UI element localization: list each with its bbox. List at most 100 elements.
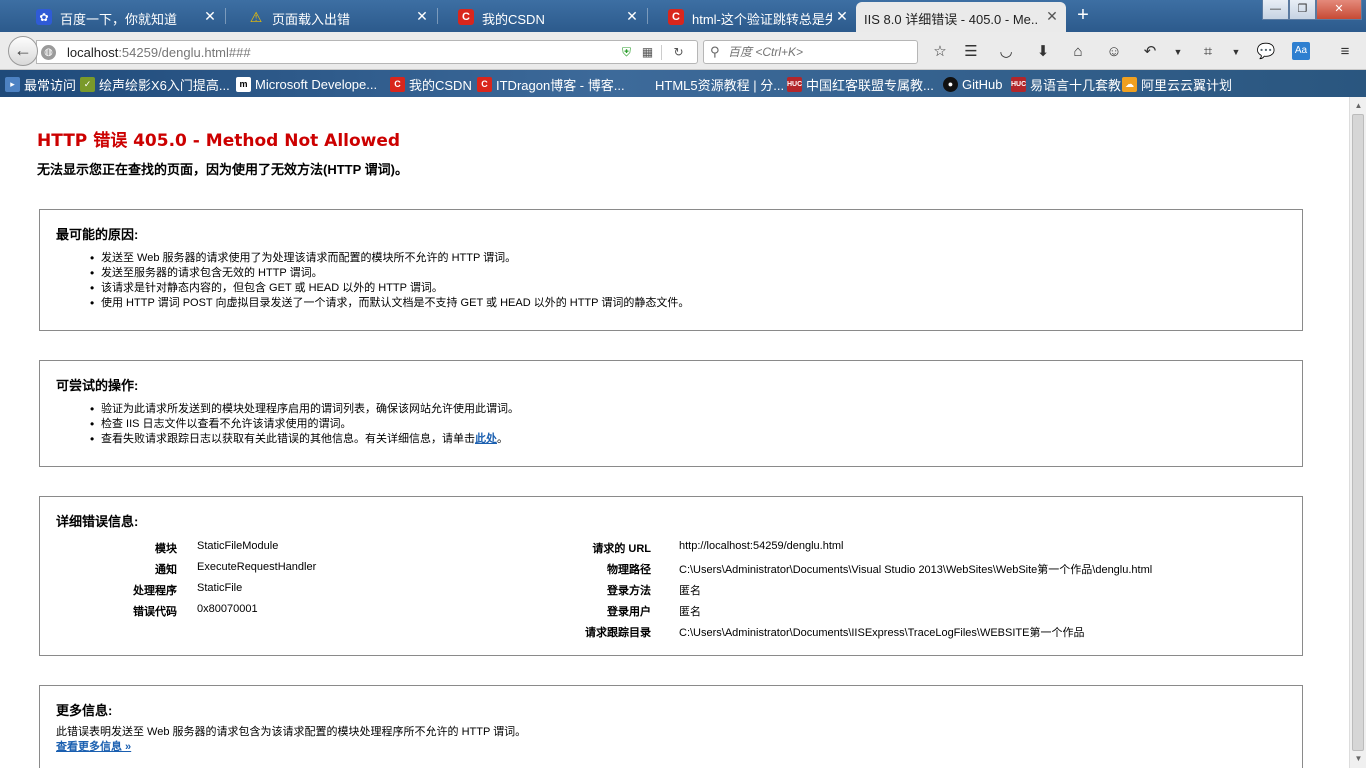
bookmark-label: HTML5资源教程 | 分... — [655, 77, 785, 93]
maximize-button[interactable]: ❐ — [1289, 0, 1316, 20]
url-text[interactable]: localhost:54259/denglu.html### — [67, 45, 251, 60]
bookmark-label: GitHub — [962, 76, 1003, 92]
search-icon: ⚲ — [710, 44, 720, 59]
tab-close-icon[interactable]: ✕ — [834, 8, 850, 24]
chevron-down-icon[interactable]: ▼ — [1168, 42, 1188, 62]
detail-value: C:\Users\Administrator\Documents\Visual … — [679, 564, 1153, 576]
qr-code-icon[interactable]: ▦ — [640, 45, 655, 60]
reload-icon[interactable]: ↻ — [671, 45, 686, 60]
bookmark-my-csdn[interactable]: C 我的CSDN — [390, 75, 472, 93]
csdn-logo-icon: C — [390, 76, 405, 92]
detail-value: http://localhost:54259/denglu.html — [679, 540, 844, 552]
huc-logo-icon: HUC — [787, 76, 802, 92]
vertical-scrollbar[interactable]: ▲ ▼ — [1349, 97, 1366, 768]
tab-load-error[interactable]: ⚠ 页面载入出错 ✕ — [226, 2, 436, 32]
detail-label: 登录用户 — [607, 606, 651, 618]
pocket-icon[interactable]: ◡ — [996, 42, 1016, 62]
scrollbar-thumb[interactable] — [1352, 114, 1364, 751]
bookmark-most-visited[interactable]: ▸ 最常访问 — [5, 75, 76, 93]
emoji-icon[interactable]: ☺ — [1104, 42, 1124, 62]
bookmark-label: 易语言十几套教 — [1030, 77, 1122, 93]
detail-label: 模块 — [155, 543, 177, 555]
minimize-button[interactable]: — — [1262, 0, 1289, 20]
list-item: 检查 IIS 日志文件以查看不允许该请求使用的谓词。 — [90, 417, 519, 432]
tab-label: 百度一下，你就知道 — [60, 12, 178, 27]
detail-label: 通知 — [155, 564, 177, 576]
list-item-text: 查看失败请求跟踪日志以获取有关此错误的其他信息。有关详细信息，请单击 — [101, 433, 475, 445]
tab-my-csdn[interactable]: C 我的CSDN ✕ — [436, 2, 646, 32]
bookmark-github[interactable]: ● GitHub — [943, 75, 1002, 93]
tab-html-verify[interactable]: C html-这个验证跳转总是失... ✕ — [646, 2, 856, 32]
scroll-up-icon[interactable]: ▲ — [1354, 101, 1363, 110]
bookmark-html5-tutorials[interactable]: HTML5资源教程 | 分... — [655, 75, 784, 93]
bookmark-microsoft-developer[interactable]: m Microsoft Develope... — [236, 75, 377, 93]
title-bar: ✿ 百度一下，你就知道 ✕ ⚠ 页面载入出错 ✕ C 我的CSDN ✕ C ht… — [0, 0, 1366, 32]
bookmark-itdragon[interactable]: C ITDragon博客 - 博客... — [477, 75, 625, 93]
detail-value: 匿名 — [679, 606, 701, 618]
translate-icon[interactable]: Aa — [1292, 42, 1310, 60]
list-item: 发送至 Web 服务器的请求使用了为处理该请求而配置的模块所不允许的 HTTP … — [90, 251, 689, 266]
actions-list: 验证为此请求所发送到的模块处理程序启用的谓词列表，确保该网站允许使用此谓词。 检… — [90, 402, 519, 447]
close-window-button[interactable]: ✕ — [1316, 0, 1362, 20]
tab-close-icon[interactable]: ✕ — [202, 8, 218, 24]
list-item: 使用 HTTP 谓词 POST 向虚拟目录发送了一个请求，而默认文档是不支持 G… — [90, 296, 689, 311]
home-icon[interactable]: ⌂ — [1068, 42, 1088, 62]
baidu-paw-icon: ✿ — [36, 9, 52, 25]
undo-icon[interactable]: ↶ — [1140, 42, 1160, 62]
csdn-logo-icon: C — [668, 9, 684, 25]
bookmark-aliyun[interactable]: ☁ 阿里云云翼计划 — [1122, 75, 1232, 93]
tab-close-icon[interactable]: ✕ — [414, 8, 430, 24]
tab-baidu[interactable]: ✿ 百度一下，你就知道 ✕ — [14, 2, 224, 32]
list-item: 验证为此请求所发送到的模块处理程序启用的谓词列表，确保该网站允许使用此谓词。 — [90, 402, 519, 417]
chat-bubble-icon[interactable]: 💬 — [1256, 42, 1276, 62]
causes-panel: 最可能的原因: 发送至 Web 服务器的请求使用了为处理该请求而配置的模块所不允… — [39, 209, 1303, 331]
list-item: 查看失败请求跟踪日志以获取有关此错误的其他信息。有关详细信息，请单击此处。 — [90, 432, 519, 447]
tab-close-icon[interactable]: ✕ — [1044, 8, 1060, 24]
detail-value: C:\Users\Administrator\Documents\IISExpr… — [679, 627, 1085, 639]
detail-label: 错误代码 — [133, 606, 177, 618]
bookmark-label: 阿里云云翼计划 — [1141, 77, 1233, 93]
bookmark-label: 我的CSDN — [409, 77, 472, 93]
more-info-link[interactable]: 查看更多信息 » — [56, 738, 131, 754]
tab-iis-error[interactable]: IIS 8.0 详细错误 - 405.0 - Me... ✕ — [856, 2, 1066, 32]
back-button[interactable]: ← — [8, 36, 38, 66]
bookmark-huishenghuiying[interactable]: ✓ 绘声绘影X6入门提高... — [80, 75, 230, 93]
bookmark-label: 最常访问 — [24, 77, 77, 93]
actions-heading: 可尝试的操作: — [56, 378, 139, 393]
github-icon: ● — [943, 76, 958, 92]
shield-icon[interactable]: ⛨ — [619, 45, 634, 60]
more-info-panel: 更多信息: 此错误表明发送至 Web 服务器的请求包含为该请求配置的模块处理程序… — [39, 685, 1303, 768]
list-item: 发送至服务器的请求包含无效的 HTTP 谓词。 — [90, 266, 689, 281]
csdn-logo-icon: C — [477, 76, 492, 92]
tab-label: 页面载入出错 — [272, 12, 351, 27]
here-link[interactable]: 此处 — [475, 433, 497, 445]
globe-icon: ◍ — [41, 45, 56, 60]
bookmark-yiyuyan[interactable]: HUC 易语言十几套教 — [1011, 75, 1121, 93]
new-tab-button[interactable]: + — [1072, 5, 1094, 27]
more-info-heading: 更多信息: — [56, 703, 113, 718]
menu-icon[interactable]: ≡ — [1335, 42, 1355, 62]
bookmark-star-icon[interactable]: ☆ — [930, 42, 950, 62]
detail-value: StaticFile — [197, 582, 243, 594]
tab-close-icon[interactable]: ✕ — [624, 8, 640, 24]
url-host: localhost — [67, 45, 119, 60]
detail-label: 请求跟踪目录 — [585, 627, 651, 639]
bookmarks-bar: ▸ 最常访问 ✓ 绘声绘影X6入门提高... m Microsoft Develope… — [0, 70, 1366, 97]
csdn-logo-icon: C — [458, 9, 474, 25]
detail-value: ExecuteRequestHandler — [197, 561, 317, 573]
scroll-down-icon[interactable]: ▼ — [1354, 754, 1363, 763]
detail-value: 0x80070001 — [197, 603, 258, 615]
tab-label: html-这个验证跳转总是失... — [692, 12, 832, 27]
bookmarks-list-icon[interactable]: ☰ — [961, 42, 981, 62]
chevron-down-icon[interactable]: ▼ — [1226, 42, 1246, 62]
download-icon[interactable]: ⬇ — [1033, 42, 1053, 62]
search-bar[interactable]: ⚲ — [703, 40, 918, 64]
huc-logo-icon: HUC — [1011, 76, 1026, 92]
detail-value: 匿名 — [679, 585, 701, 597]
bookmark-label: 中国红客联盟专属教... — [806, 77, 934, 93]
url-bar[interactable]: ◍ localhost:54259/denglu.html### ⛨ ▦ ↻ — [36, 40, 698, 64]
search-input[interactable] — [728, 44, 913, 60]
crop-icon[interactable]: ⌗ — [1198, 42, 1218, 62]
back-arrow-icon: ← — [14, 40, 32, 60]
bookmark-honker-union[interactable]: HUC 中国红客联盟专属教... — [787, 75, 934, 93]
